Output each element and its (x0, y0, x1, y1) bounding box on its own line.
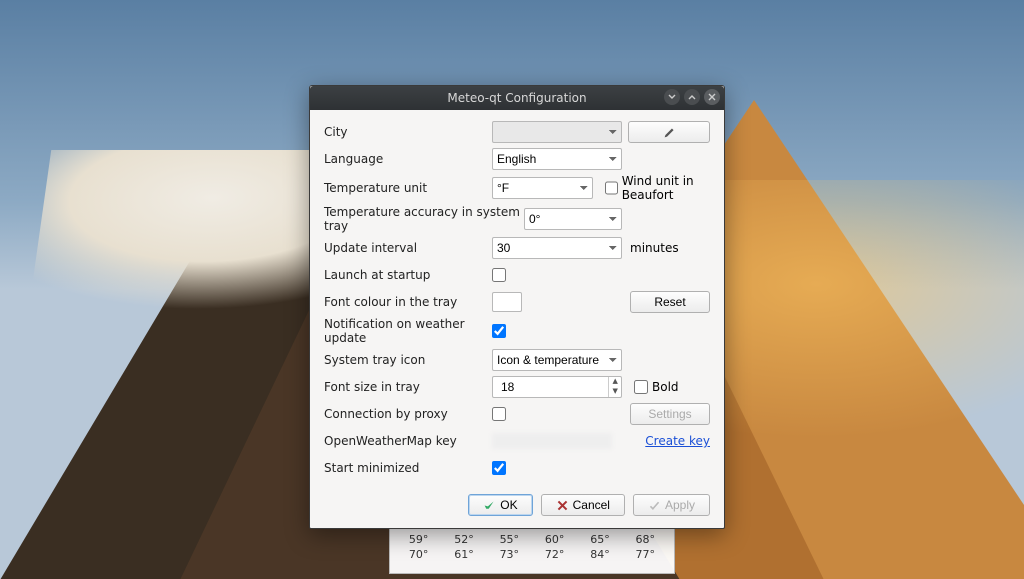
pencil-icon (663, 126, 676, 139)
minimize-button[interactable] (664, 89, 680, 105)
spin-up-icon[interactable]: ▲ (609, 377, 621, 387)
font-colour-label: Font colour in the tray (324, 295, 492, 309)
forecast-lo: 70° (409, 548, 429, 563)
proxy-checkbox[interactable] (492, 407, 506, 421)
create-key-link[interactable]: Create key (645, 434, 710, 448)
forecast-lo: 84° (590, 548, 610, 563)
language-label: Language (324, 152, 492, 166)
wind-beaufort-label: Wind unit in Beaufort (622, 174, 710, 202)
forecast-hi: 65° (590, 533, 610, 548)
close-button[interactable] (704, 89, 720, 105)
forecast-hi: 52° (454, 533, 474, 548)
forecast-lo: 72° (545, 548, 565, 563)
city-select[interactable] (492, 121, 622, 143)
temp-unit-label: Temperature unit (324, 181, 492, 195)
font-size-input[interactable] (497, 377, 608, 397)
reset-button[interactable]: Reset (630, 291, 710, 313)
cancel-icon (556, 499, 569, 512)
update-interval-label: Update interval (324, 241, 492, 255)
spin-down-icon[interactable]: ▼ (609, 387, 621, 397)
forecast-lo: 61° (454, 548, 474, 563)
ok-button[interactable]: OK (468, 494, 532, 516)
bold-checkbox[interactable] (634, 380, 648, 394)
font-size-label: Font size in tray (324, 380, 492, 394)
language-select[interactable]: English (492, 148, 622, 170)
apply-button: Apply (633, 494, 710, 516)
forecast-lo: 73° (500, 548, 520, 563)
apply-icon (648, 499, 661, 512)
config-dialog: Meteo-qt Configuration City Language Eng… (309, 85, 725, 529)
font-colour-swatch[interactable] (492, 292, 522, 312)
start-min-checkbox[interactable] (492, 461, 506, 475)
forecast-lo: 77° (636, 548, 656, 563)
launch-startup-checkbox[interactable] (492, 268, 506, 282)
owm-key-label: OpenWeatherMap key (324, 434, 492, 448)
start-min-label: Start minimized (324, 461, 492, 475)
tray-icon-select[interactable]: Icon & temperature (492, 349, 622, 371)
cancel-button[interactable]: Cancel (541, 494, 625, 516)
city-edit-button[interactable] (628, 121, 710, 143)
proxy-label: Connection by proxy (324, 407, 492, 421)
launch-startup-label: Launch at startup (324, 268, 492, 282)
forecast-hi: 55° (500, 533, 520, 548)
bold-label: Bold (652, 380, 679, 394)
city-label: City (324, 125, 492, 139)
accuracy-label: Temperature accuracy in system tray (324, 205, 524, 233)
accuracy-select[interactable]: 0° (524, 208, 622, 230)
tray-icon-label: System tray icon (324, 353, 492, 367)
titlebar[interactable]: Meteo-qt Configuration (310, 86, 724, 110)
owm-key-value (492, 433, 612, 449)
forecast-hi: 60° (545, 533, 565, 548)
proxy-settings-button: Settings (630, 403, 710, 425)
temp-unit-select[interactable]: °F (492, 177, 593, 199)
maximize-button[interactable] (684, 89, 700, 105)
notify-weather-label: Notification on weather update (324, 317, 492, 345)
ok-icon (483, 499, 496, 512)
font-size-spinbox[interactable]: ▲▼ (492, 376, 622, 398)
forecast-hi: 68° (636, 533, 656, 548)
window-title: Meteo-qt Configuration (447, 91, 586, 105)
wind-beaufort-checkbox[interactable] (605, 181, 618, 195)
notify-weather-checkbox[interactable] (492, 324, 506, 338)
update-interval-select[interactable]: 30 (492, 237, 622, 259)
update-interval-suffix: minutes (630, 241, 679, 255)
forecast-hi: 59° (409, 533, 429, 548)
